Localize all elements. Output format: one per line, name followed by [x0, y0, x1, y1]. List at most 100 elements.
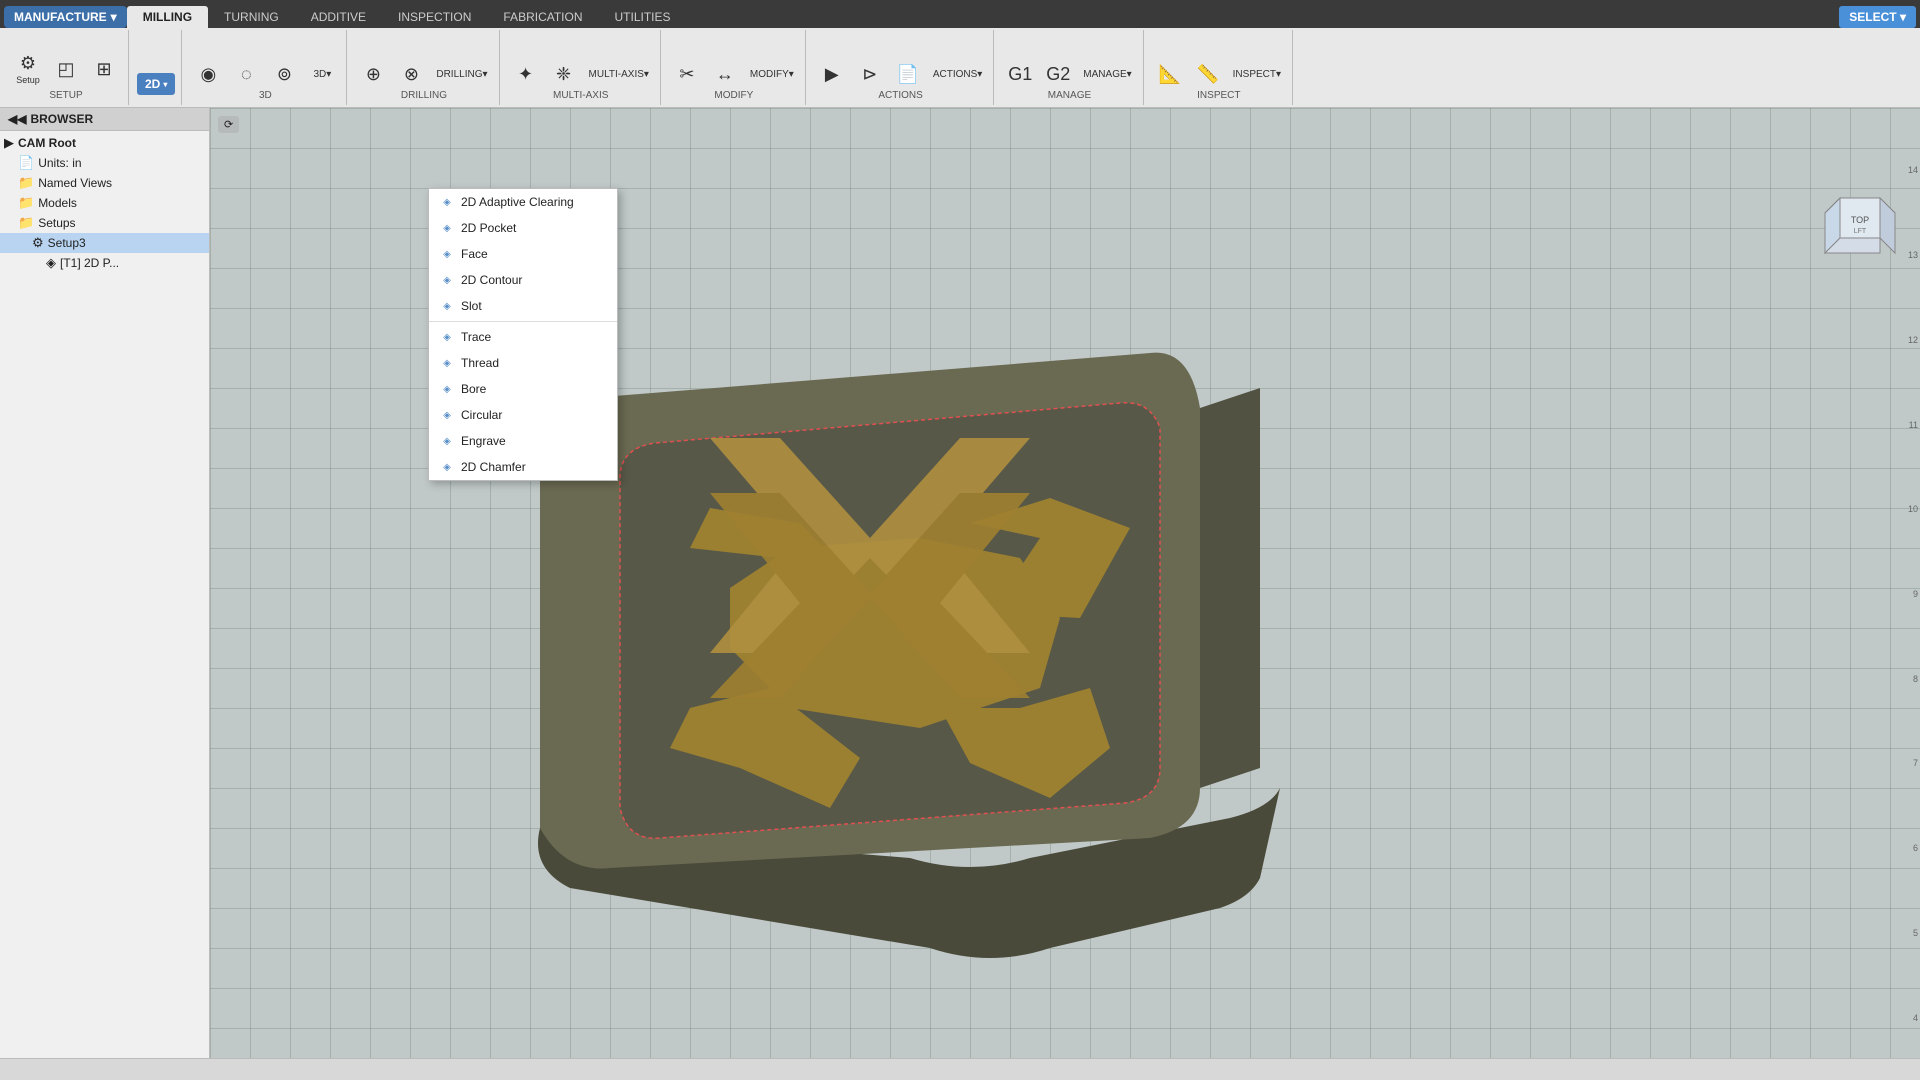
browser-title: BROWSER: [30, 112, 93, 126]
status-bar: [0, 1058, 1920, 1080]
dropdown-item-label-face: Face: [461, 247, 488, 261]
dropdown-item-2d-chamfer[interactable]: ◈2D Chamfer: [429, 454, 617, 480]
toolbar-group-drilling: ⊕ ⊗ DRILLING▾ DRILLING: [349, 30, 499, 105]
browser-collapse-icon[interactable]: ◀◀: [8, 112, 26, 126]
tab-milling[interactable]: MILLING: [127, 6, 208, 28]
tree-item-units[interactable]: 📄 Units: in: [0, 153, 209, 173]
ruler-right: 1413121110987654: [1900, 108, 1920, 1080]
tree-icon-setup3: ⚙: [32, 235, 44, 251]
sidebar: ◀◀ BROWSER ▶CAM Root 📄 Units: in 📁 Named Vie…: [0, 108, 210, 1080]
tree-label-t1-2d-p: [T1] 2D P...: [60, 256, 205, 270]
tree-icon-units: 📄: [18, 155, 34, 171]
dropdown-item-icon-face: ◈: [439, 246, 455, 262]
tree-icon-models: 📁: [18, 195, 34, 211]
tree-icon-setups: 📁: [18, 215, 34, 231]
manage-btn1[interactable]: G1: [1002, 61, 1038, 88]
simulate-btn[interactable]: ▶: [814, 61, 850, 88]
dropdown-item-slot[interactable]: ◈Slot: [429, 293, 617, 319]
tab-fabrication[interactable]: FABRICATION: [487, 6, 598, 28]
2d-dropdown-menu: ◈2D Adaptive Clearing◈2D Pocket◈Face◈2D …: [428, 188, 618, 481]
dropdown-item-label-slot: Slot: [461, 299, 482, 313]
toolbar-group-setup: ⚙ Setup ◰ ⊞ SETUP: [4, 30, 129, 105]
tree-item-cam-root[interactable]: ▶CAM Root: [0, 133, 209, 153]
tree-label-units: Units: in: [38, 156, 205, 170]
inspect-dropdown[interactable]: INSPECT▾: [1228, 66, 1286, 83]
ruler-mark-10: 10: [1900, 504, 1920, 514]
pan-button[interactable]: ⟳: [218, 116, 239, 133]
tree-label-setup3: Setup3: [48, 236, 205, 250]
view-cube[interactable]: TOP LFT: [1820, 188, 1900, 268]
dropdown-item-bore[interactable]: ◈Bore: [429, 376, 617, 402]
dropdown-divider: [429, 321, 617, 322]
inspect-btn2[interactable]: 📏: [1190, 61, 1226, 88]
ruler-mark-13: 13: [1900, 250, 1920, 260]
tree-item-t1-2d-p[interactable]: ◈[T1] 2D P...: [0, 253, 209, 273]
dropdown-item-circular[interactable]: ◈Circular: [429, 402, 617, 428]
drill-dropdown[interactable]: DRILLING▾: [431, 66, 492, 83]
tree-item-setup3[interactable]: ⚙ Setup3: [0, 233, 209, 253]
dropdown-item-2d-contour[interactable]: ◈2D Contour: [429, 267, 617, 293]
setup-btn3[interactable]: ⊞: [86, 56, 122, 83]
dropdown-item-2d-adaptive[interactable]: ◈2D Adaptive Clearing: [429, 189, 617, 215]
ruler-mark-5: 5: [1900, 928, 1920, 938]
3d-btn1[interactable]: ◉: [190, 61, 226, 88]
3d-dropdown[interactable]: 3D▾: [304, 66, 340, 83]
actions-dropdown[interactable]: ACTIONS▾: [928, 66, 987, 83]
toolbar-group-modify: ✂ ↔ MODIFY▾ MODIFY: [663, 30, 806, 105]
dropdown-item-face[interactable]: ◈ Face: [429, 241, 617, 267]
dropdown-item-thread[interactable]: ◈Thread: [429, 350, 617, 376]
drill-btn2[interactable]: ⊗: [393, 61, 429, 88]
modify-btn2[interactable]: ↔: [707, 61, 743, 88]
manufacture-arrow: ▾: [111, 10, 117, 24]
dropdown-item-icon-thread: ◈: [439, 355, 455, 371]
manage-btn2[interactable]: G2: [1040, 61, 1076, 88]
modify-btn1[interactable]: ✂: [669, 61, 705, 88]
svg-text:TOP: TOP: [1851, 215, 1869, 225]
wcs-icon: ⊞: [96, 59, 111, 80]
inspect-btn1[interactable]: 📐: [1152, 61, 1188, 88]
toolbar-group-inspect: 📐 📏 INSPECT▾ INSPECT: [1146, 30, 1293, 105]
3d-btn2[interactable]: ◌: [228, 61, 264, 88]
select-button[interactable]: SELECT ▾: [1839, 6, 1916, 28]
manufacture-label: MANUFACTURE: [14, 10, 107, 24]
tab-turning[interactable]: TURNING: [208, 6, 295, 28]
dropdown-item-2d-pocket[interactable]: ◈2D Pocket: [429, 215, 617, 241]
drill-btn1[interactable]: ⊕: [355, 61, 391, 88]
multiaxis-btn2[interactable]: ❈: [546, 61, 582, 88]
setup-btn2[interactable]: ◰: [48, 56, 84, 83]
dropdown-item-icon-circular: ◈: [439, 407, 455, 423]
viewport[interactable]: TOP LFT 1413121110987654 ⟳ ◈2D Adaptive …: [210, 108, 1920, 1080]
multiaxis-btn1[interactable]: ✦: [508, 61, 544, 88]
tree-icon-named-views: 📁: [18, 175, 34, 191]
2d-dropdown-button[interactable]: 2D ▾: [137, 73, 175, 95]
browser-header: ◀◀ BROWSER: [0, 108, 209, 131]
actions-btn2[interactable]: ⊳: [852, 61, 888, 88]
dropdown-item-label-2d-adaptive: 2D Adaptive Clearing: [461, 195, 574, 209]
setup-button[interactable]: ⚙ Setup: [10, 50, 46, 88]
tab-inspection[interactable]: INSPECTION: [382, 6, 487, 28]
3d-btn3[interactable]: ⊚: [266, 61, 302, 88]
manufacture-button[interactable]: MANUFACTURE ▾: [4, 6, 127, 28]
tree-item-setups[interactable]: 📁Setups: [0, 213, 209, 233]
tree-label-models: Models: [38, 196, 205, 210]
3d-label: 3D: [259, 90, 272, 103]
tree-item-named-views[interactable]: 📁 Named Views: [0, 173, 209, 193]
ruler-mark-7: 7: [1900, 758, 1920, 768]
tree-item-models[interactable]: 📁 Models: [0, 193, 209, 213]
browser-tree: ▶CAM Root📄Units: in📁Named Views📁Models📁S…: [0, 131, 209, 1080]
dropdown-item-icon-2d-contour: ◈: [439, 272, 455, 288]
setup-icon: ⚙: [20, 53, 36, 74]
viewport-nav: ⟳: [218, 116, 239, 133]
inspect-label: INSPECT: [1197, 90, 1240, 103]
tab-utilities[interactable]: UTILITIES: [599, 6, 687, 28]
modify-dropdown[interactable]: MODIFY▾: [745, 66, 799, 83]
multiaxis-dropdown[interactable]: MULTI-AXIS▾: [584, 66, 654, 83]
ruler-mark-6: 6: [1900, 843, 1920, 853]
tab-additive[interactable]: ADDITIVE: [295, 6, 382, 28]
manage-dropdown[interactable]: MANAGE▾: [1078, 66, 1136, 83]
tree-label-named-views: Named Views: [38, 176, 205, 190]
dropdown-item-icon-trace: ◈: [439, 329, 455, 345]
actions-btn3[interactable]: 📄: [890, 61, 926, 88]
dropdown-item-trace[interactable]: ◈Trace: [429, 324, 617, 350]
dropdown-item-engrave[interactable]: ◈Engrave: [429, 428, 617, 454]
